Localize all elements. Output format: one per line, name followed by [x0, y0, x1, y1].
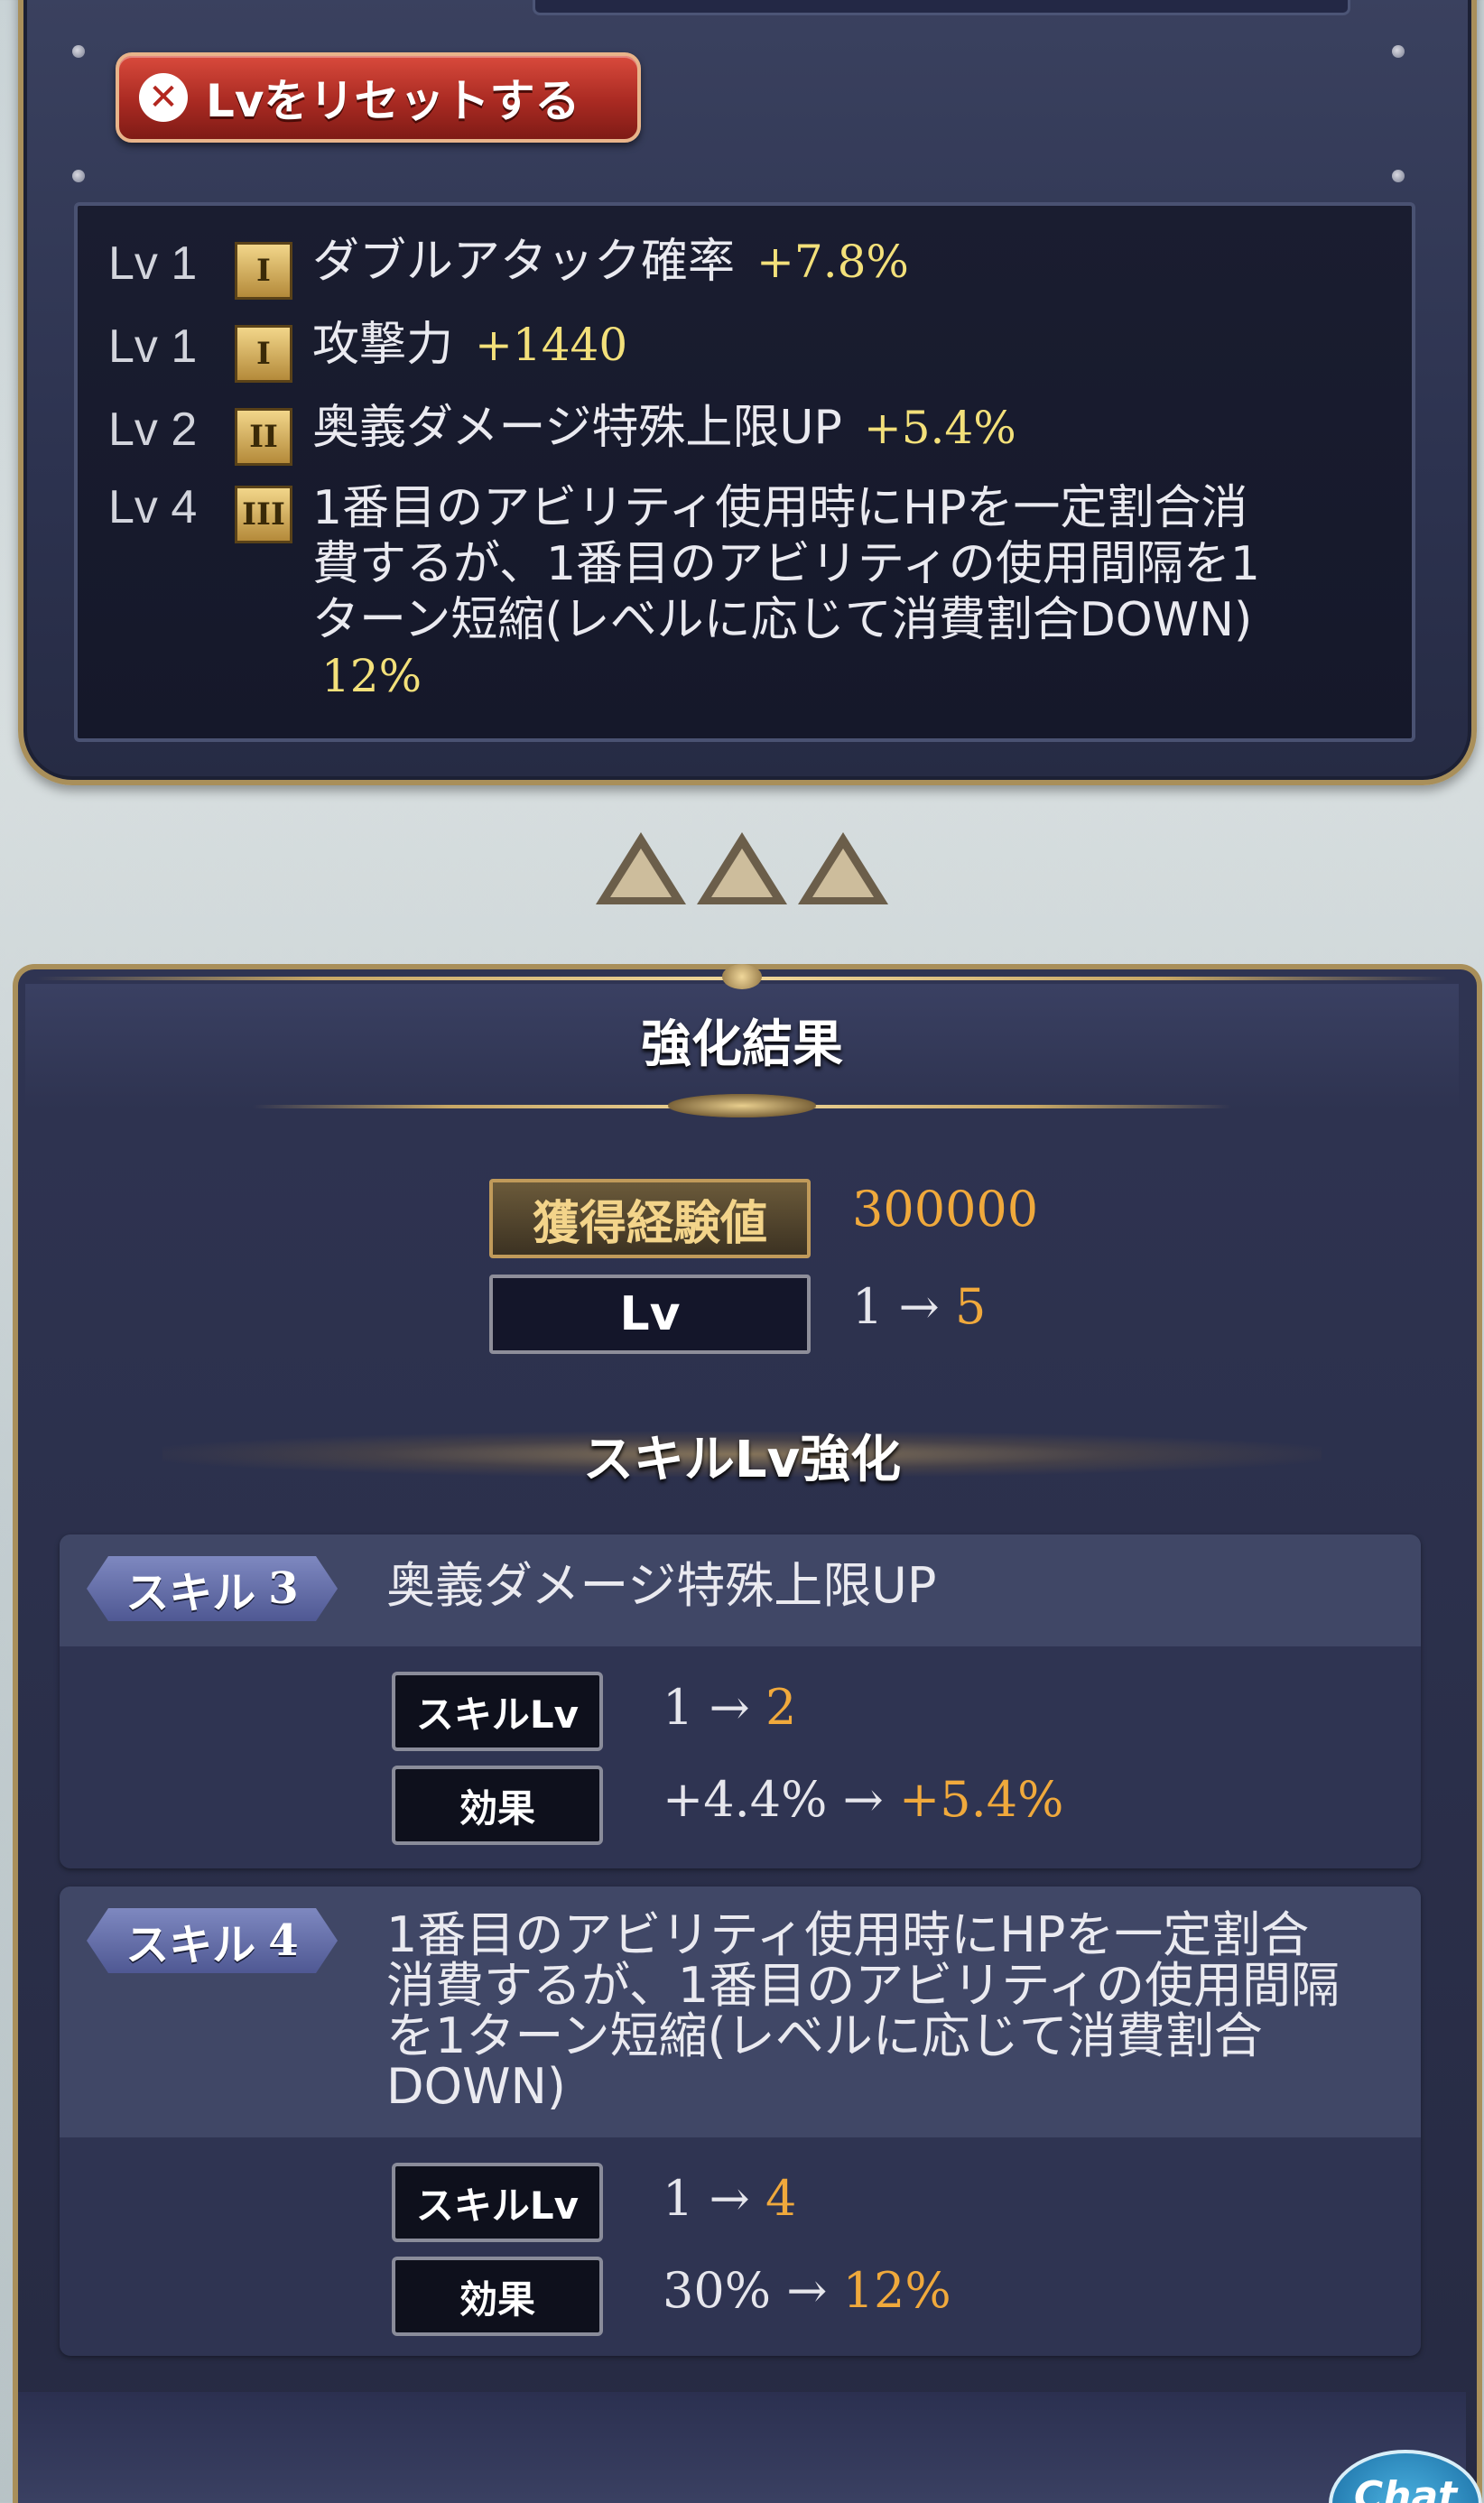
lv-description: 攻撃力 +1440	[312, 320, 627, 370]
lv-description: ダブルアタック確率 +7.8%	[312, 236, 909, 287]
skill-lv-from: 1 →	[663, 1679, 750, 1736]
skill-name-line: 消費するが、1番目のアビリティの使用間隔	[386, 1957, 1340, 2014]
rivet-icon	[1392, 170, 1405, 182]
lv-effects-list: Lv 1 I ダブルアタック確率 +7.8% Lv 1 I 攻撃力 +1440 Lv…	[74, 202, 1415, 742]
exp-label: 獲得経験値	[489, 1179, 811, 1258]
rank-badge-icon: III	[235, 486, 292, 543]
panel-footer	[18, 2392, 1466, 2503]
panel-top-strip	[533, 0, 1350, 15]
lv-description-text: 攻撃力	[312, 318, 454, 372]
rivet-icon	[72, 170, 85, 182]
lv-list-item: Lv 2 II 奥義ダメージ特殊上限UP +5.4%	[108, 403, 1016, 466]
exp-value: 300000	[852, 1181, 1039, 1238]
down-arrow-icon	[697, 832, 787, 904]
rank-badge-icon: I	[235, 325, 292, 383]
lv-tag: Lv 4	[108, 481, 198, 533]
skill-tab: スキル 4	[87, 1908, 338, 1973]
rivet-icon	[72, 45, 85, 58]
rank-badge-icon: II	[235, 408, 292, 466]
lv-value: +5.4%	[863, 402, 1016, 454]
skill-lv-to: 2	[765, 1679, 797, 1736]
effect-from: +4.4% →	[663, 1771, 884, 1828]
skill-name: 奥義ダメージ特殊上限UP	[386, 1560, 936, 1612]
reset-lv-label: Lvをリセットする	[206, 75, 580, 127]
lv-description-line: 費するが、1番目のアビリティの使用間隔を1	[312, 537, 1261, 591]
lv-description-line: ターン短縮(レベルに応じて消費割合DOWN)	[312, 593, 1253, 647]
rank-badge-icon: I	[235, 242, 292, 300]
skill-lv-change: 1 → 4	[663, 2170, 796, 2227]
effect-change: 30% → 12%	[663, 2262, 951, 2319]
lv-change: 1 → 5	[852, 1278, 986, 1335]
lv-description-text: ダブルアタック確率	[312, 235, 736, 289]
skill-lv-from: 1 →	[663, 2170, 750, 2227]
lv-description-text: 奥義ダメージ特殊上限UP	[312, 401, 842, 455]
effect-change: +4.4% → +5.4%	[663, 1771, 1063, 1828]
lv-tag: Lv 2	[108, 403, 198, 456]
skill-lv-badge: スキルLv	[392, 2163, 603, 2242]
lv-value: 12%	[321, 650, 422, 702]
lv-tag: Lv 1	[108, 320, 198, 373]
skill-name: 1番目のアビリティ使用時にHPを一定割合 消費するが、1番目のアビリティの使用間…	[386, 1910, 1340, 2112]
rivet-icon	[1392, 45, 1405, 58]
lv-list-item: Lv 1 I ダブルアタック確率 +7.8%	[108, 236, 909, 300]
result-title: 強化結果	[641, 1015, 843, 1074]
skill-lv-section-title: スキルLv強化	[582, 1431, 902, 1489]
skill-tab-number: 4	[268, 1915, 299, 1966]
effect-from: 30% →	[663, 2262, 828, 2319]
down-arrow-icon	[596, 832, 686, 904]
skill-name-line: を1ターン短縮(レベルに応じて消費割合	[386, 2007, 1263, 2064]
lv-tag: Lv 1	[108, 237, 198, 290]
down-arrow-icon	[798, 832, 888, 904]
skill-name-line: 奥義ダメージ特殊上限UP	[386, 1557, 937, 1614]
reset-lv-button[interactable]: ✕ Lvをリセットする	[116, 52, 641, 143]
skill-lv-to: 4	[765, 2170, 797, 2227]
effect-to: +5.4%	[899, 1771, 1064, 1828]
lv-to: 5	[954, 1278, 987, 1335]
ornament-icon	[668, 1094, 816, 1117]
lv-value: +7.8%	[756, 236, 909, 288]
lv-value: +1440	[475, 319, 628, 371]
skill-tab-label: スキル	[125, 1568, 256, 1618]
effect-to: 12%	[842, 2262, 951, 2319]
ornament-icon	[722, 964, 762, 989]
chat-button-label: Chat	[1353, 2473, 1458, 2503]
skill-tab-label: スキル	[125, 1920, 256, 1970]
lv-list-item: Lv 4 III 1番目のアビリティ使用時にHPを一定割合消 費するが、1番目の…	[108, 480, 1260, 704]
lv-description: 1番目のアビリティ使用時にHPを一定割合消 費するが、1番目のアビリティの使用間…	[312, 480, 1260, 704]
lv-description: 奥義ダメージ特殊上限UP +5.4%	[312, 403, 1016, 453]
close-circle-icon: ✕	[139, 73, 188, 122]
lv-list-item: Lv 1 I 攻撃力 +1440	[108, 320, 627, 383]
lv-label: Lv	[489, 1275, 811, 1354]
skill-lv-badge: スキルLv	[392, 1672, 603, 1751]
effect-badge: 効果	[392, 2257, 603, 2336]
skill-name-line: DOWN)	[386, 2058, 566, 2115]
skill-tab-number: 3	[268, 1563, 299, 1614]
skill-name-line: 1番目のアビリティ使用時にHPを一定割合	[386, 1906, 1310, 1963]
skill-lv-change: 1 → 2	[663, 1679, 796, 1736]
lv-from: 1 →	[852, 1278, 940, 1335]
effect-badge: 効果	[392, 1766, 603, 1845]
skill-tab: スキル 3	[87, 1556, 338, 1621]
lv-description-line: 1番目のアビリティ使用時にHPを一定割合消	[312, 481, 1248, 535]
